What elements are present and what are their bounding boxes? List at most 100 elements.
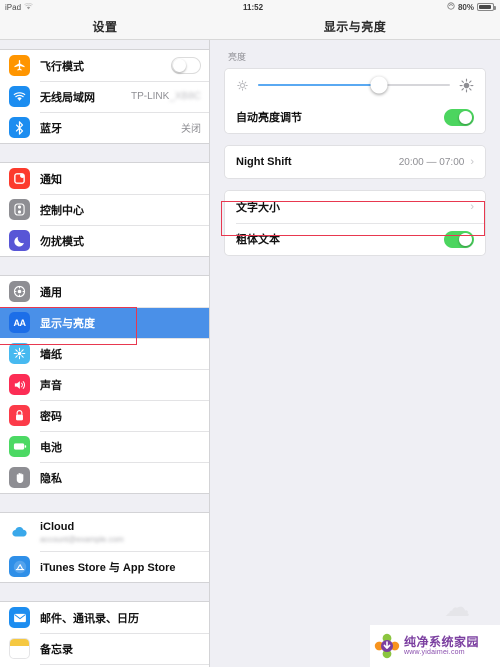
bold-text-label: 粗体文本: [236, 234, 280, 246]
watermark-logo-icon: [374, 633, 400, 659]
icloud-icon: [9, 521, 30, 543]
bluetooth-state-value: 关闭: [181, 124, 201, 135]
appstore-icon: [9, 556, 30, 577]
sidebar-item-general[interactable]: 通用: [0, 276, 209, 307]
night-shift-label: Night Shift: [236, 156, 292, 168]
sidebar-item-passcode[interactable]: 密码: [0, 400, 209, 431]
sidebar-item-control-center[interactable]: 控制中心: [0, 194, 209, 225]
night-shift-card: Night Shift 20:00 — 07:00 ›: [224, 145, 486, 179]
text-size-aa-icon: AA: [9, 312, 30, 333]
sidebar-item-icloud[interactable]: iCloud account@example.com: [0, 513, 209, 551]
gear-icon: [9, 281, 30, 302]
sidebar-item-itunes-appstore[interactable]: iTunes Store 与 App Store: [0, 551, 209, 582]
mail-icon: [9, 607, 30, 628]
status-bar-clock: 11:52: [243, 2, 264, 12]
wallpaper-icon: [9, 343, 30, 364]
text-size-label: 文字大小: [236, 202, 280, 214]
sidebar-item-label: 声音: [40, 379, 62, 392]
chevron-right-icon: ›: [470, 156, 474, 168]
icloud-account-sublabel: account@example.com: [40, 534, 124, 544]
sidebar-item-label: 电池: [40, 441, 62, 454]
sidebar-item-label: 邮件、通讯录、日历: [40, 612, 139, 625]
brightness-slider-track[interactable]: [258, 76, 450, 94]
sidebar-item-label: iTunes Store 与 App Store: [40, 561, 176, 574]
wifi-network-value: TP-LINK_XB8C: [130, 91, 201, 102]
watermark-text: 纯净系统家园 www.yidaimei.com: [404, 636, 479, 656]
sidebar-item-label: 飞行模式: [40, 60, 84, 73]
sidebar-item-wifi[interactable]: 无线局域网 TP-LINK_XB8C: [0, 81, 209, 112]
icloud-text-stack: iCloud account@example.com: [40, 521, 124, 544]
sidebar-item-airplane-mode[interactable]: 飞行模式: [0, 50, 209, 81]
bluetooth-icon: [9, 117, 30, 138]
chevron-right-icon: ›: [470, 201, 474, 213]
sidebar-item-display-brightness[interactable]: AA 显示与亮度: [0, 307, 209, 338]
sidebar-group-accounts: iCloud account@example.com iTunes Store …: [0, 512, 209, 583]
battery-icon: [9, 436, 30, 457]
sun-small-icon: [236, 79, 249, 92]
brightness-section-header: 亮度: [228, 52, 247, 62]
sidebar-item-mail-contacts-calendars[interactable]: 邮件、通讯录、日历: [0, 602, 209, 633]
sidebar-item-do-not-disturb[interactable]: 勿扰模式: [0, 225, 209, 256]
sidebar-item-label: 控制中心: [40, 204, 84, 217]
sidebar-item-label: iCloud: [40, 520, 75, 533]
device-name-label: iPad: [5, 2, 22, 12]
wifi-icon: [9, 86, 30, 107]
settings-sidebar[interactable]: 飞行模式 无线局域网 TP-LINK_XB8C 蓝牙 关闭 通知 控制中心 勿扰…: [0, 40, 210, 667]
rotation-lock-icon: [447, 2, 455, 12]
sun-large-icon: [459, 78, 474, 93]
sidebar-group-apps: 邮件、通讯录、日历 备忘录 提醒事项: [0, 601, 209, 667]
lock-icon: [9, 405, 30, 426]
display-brightness-panel: 亮度 自动亮度调节 Night Shift 20:00 — 07:00 › 文字…: [210, 40, 500, 667]
bold-text-toggle[interactable]: [444, 230, 474, 248]
sidebar-title: 设置: [92, 20, 118, 34]
text-size-row[interactable]: 文字大小 ›: [225, 191, 485, 223]
ipad-settings-screen: iPad 11:52 80% 设置 显示与亮度 飞行模式 无线局域网 TP-LI…: [0, 0, 500, 667]
sidebar-item-sounds[interactable]: 声音: [0, 369, 209, 400]
notes-icon: [9, 638, 30, 659]
status-bar: iPad 11:52 80%: [0, 0, 500, 14]
sidebar-item-label: 通用: [40, 286, 62, 299]
control-center-icon: [9, 199, 30, 220]
status-bar-right: 80%: [447, 2, 496, 12]
text-card: 文字大小 › 粗体文本: [224, 190, 486, 256]
sidebar-item-battery[interactable]: 电池: [0, 431, 209, 462]
sidebar-navbar: 设置: [0, 14, 210, 40]
watermark-ghost-icon: ☁: [444, 592, 470, 622]
sidebar-group-device: 通用 AA 显示与亮度 墙纸 声音 密码 电池 隐私: [0, 275, 209, 494]
sidebar-item-label: 密码: [40, 410, 62, 423]
sidebar-item-label: 勿扰模式: [40, 235, 84, 248]
sidebar-item-notes[interactable]: 备忘录: [0, 633, 209, 664]
sidebar-item-label: 显示与亮度: [40, 317, 95, 330]
sidebar-group-notifications: 通知 控制中心 勿扰模式: [0, 162, 209, 257]
battery-percent-label: 80%: [457, 2, 474, 12]
wifi-icon: [24, 2, 33, 12]
watermark-title: 纯净系统家园: [404, 635, 480, 650]
sidebar-item-label: 隐私: [40, 472, 62, 485]
night-shift-value: 20:00 — 07:00: [398, 156, 465, 168]
hand-icon: [9, 467, 30, 488]
brightness-slider-thumb[interactable]: [370, 76, 388, 94]
night-shift-row[interactable]: Night Shift 20:00 — 07:00 ›: [225, 146, 485, 178]
auto-brightness-label: 自动亮度调节: [236, 112, 302, 124]
sidebar-item-bluetooth[interactable]: 蓝牙 关闭: [0, 112, 209, 143]
sidebar-item-label: 墙纸: [40, 348, 62, 361]
sidebar-item-notifications[interactable]: 通知: [0, 163, 209, 194]
moon-icon: [9, 230, 30, 251]
airplane-icon: [9, 55, 30, 76]
watermark: 纯净系统家园 www.yidaimei.com: [370, 625, 500, 667]
detail-navbar: 显示与亮度: [210, 14, 500, 40]
status-bar-left: iPad: [5, 2, 33, 12]
auto-brightness-row[interactable]: 自动亮度调节: [225, 101, 485, 133]
sidebar-group-connectivity: 飞行模式 无线局域网 TP-LINK_XB8C 蓝牙 关闭: [0, 49, 209, 144]
watermark-url: www.yidaimei.com: [404, 648, 465, 656]
sidebar-item-wallpaper[interactable]: 墙纸: [0, 338, 209, 369]
sidebar-item-privacy[interactable]: 隐私: [0, 462, 209, 493]
brightness-slider-row[interactable]: [225, 69, 485, 101]
speaker-icon: [9, 374, 30, 395]
battery-icon: [477, 3, 496, 11]
bold-text-row[interactable]: 粗体文本: [225, 223, 485, 255]
notification-icon: [9, 168, 30, 189]
airplane-mode-toggle[interactable]: [171, 57, 201, 74]
sidebar-item-label: 通知: [40, 173, 62, 186]
auto-brightness-toggle[interactable]: [444, 108, 474, 126]
